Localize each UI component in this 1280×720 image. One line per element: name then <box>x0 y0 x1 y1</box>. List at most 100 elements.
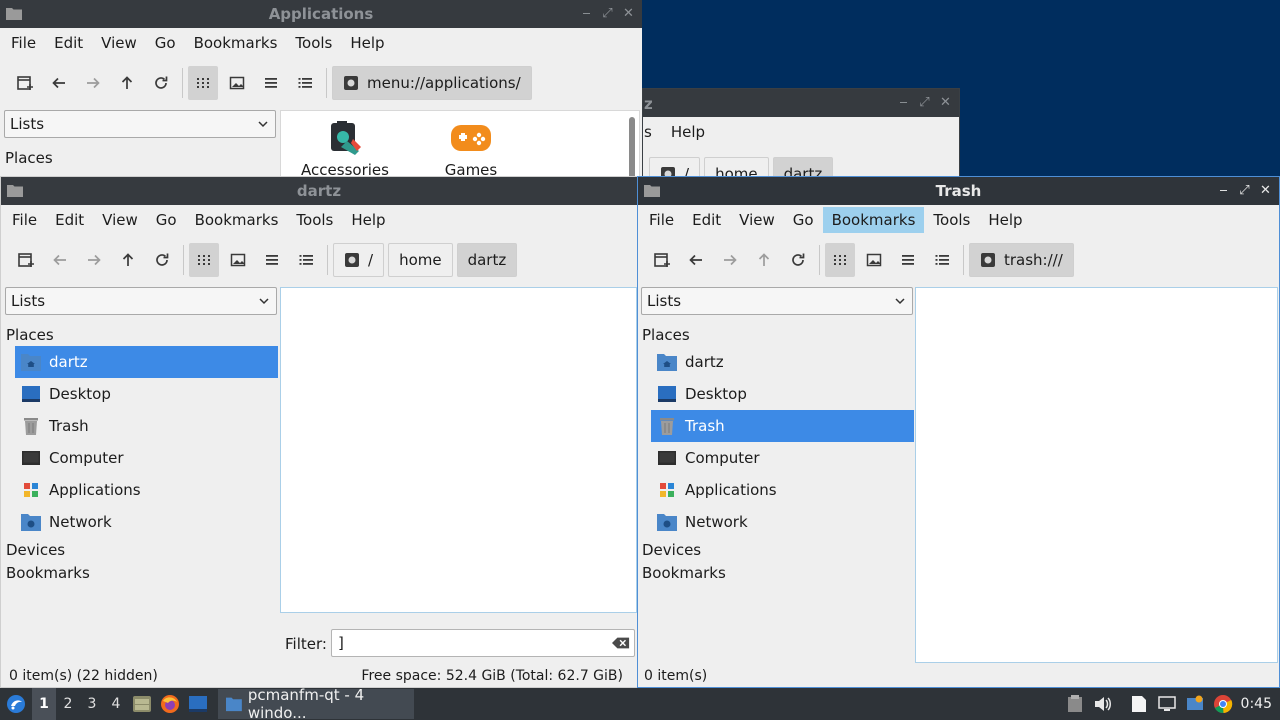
icon-view-button[interactable] <box>825 243 855 277</box>
icon-view-button[interactable] <box>189 243 219 277</box>
path-crumb-root[interactable]: / <box>649 157 701 177</box>
menu-item-file[interactable]: File <box>2 30 45 56</box>
menu-item-bookmarks[interactable]: Bookmarks <box>186 207 288 233</box>
clipboard-tray[interactable] <box>1061 688 1089 720</box>
filter-input[interactable]: ] <box>331 629 635 657</box>
menu-item-view[interactable]: View <box>730 207 784 233</box>
maximize-icon[interactable]: ⤢ <box>915 93 934 112</box>
menu-item-edit[interactable]: Edit <box>45 30 92 56</box>
menu-item-edit[interactable]: Edit <box>46 207 93 233</box>
volume-tray[interactable] <box>1089 688 1117 720</box>
new-tab-button[interactable] <box>10 66 40 100</box>
menu-item-edit[interactable]: Edit <box>683 207 730 233</box>
path-entry[interactable]: menu://applications/ <box>332 66 532 100</box>
menu-item-tools[interactable]: Tools <box>924 207 979 233</box>
compact-view-button[interactable] <box>257 243 287 277</box>
path-crumb-home[interactable]: home <box>388 243 453 277</box>
menu-item-view[interactable]: View <box>93 207 147 233</box>
minimize-icon[interactable]: ‒ <box>894 93 913 112</box>
sidebar-item-dartz[interactable]: dartz <box>651 346 914 378</box>
sidebar-item-applications[interactable]: Applications <box>651 474 914 506</box>
menu-item-view[interactable]: View <box>92 30 146 56</box>
workspace-1[interactable]: 1 <box>32 688 56 720</box>
dartz-window-titlebar[interactable]: dartz <box>1 177 637 205</box>
forward-button[interactable] <box>78 66 108 100</box>
sidebar-item-desktop[interactable]: Desktop <box>15 378 278 410</box>
thumbnail-view-button[interactable] <box>223 243 253 277</box>
maximize-icon[interactable]: ⤢ <box>1235 181 1254 200</box>
thumbnail-view-button[interactable] <box>859 243 889 277</box>
file-view[interactable] <box>915 287 1278 663</box>
scrollbar[interactable] <box>629 117 635 178</box>
menu-item-help[interactable]: Help <box>662 119 714 145</box>
new-tab-button[interactable] <box>647 243 677 277</box>
section-places[interactable]: Places <box>6 326 54 344</box>
up-button[interactable] <box>113 243 143 277</box>
workspace-2[interactable]: 2 <box>56 688 80 720</box>
menu-item-tools[interactable]: Tools <box>286 30 341 56</box>
workspace-4[interactable]: 4 <box>104 688 128 720</box>
minimize-icon[interactable]: ‒ <box>577 4 596 23</box>
section-bookmarks[interactable]: Bookmarks <box>6 564 90 582</box>
menu-item-file[interactable]: File <box>3 207 46 233</box>
dartz-window[interactable]: dartz File Edit View Go Bookmarks Tools … <box>0 176 638 688</box>
thumbnail-view-button[interactable] <box>222 66 252 100</box>
sidebar-item-network[interactable]: Network <box>15 506 278 538</box>
menu-item-go[interactable]: Go <box>147 207 186 233</box>
reload-button[interactable] <box>783 243 813 277</box>
path-crumb-root[interactable]: / <box>333 243 385 277</box>
menu-item-bookmarks[interactable]: s <box>643 119 662 145</box>
reload-button[interactable] <box>146 66 176 100</box>
close-icon[interactable]: ✕ <box>936 93 955 112</box>
folder-item-games[interactable]: Games <box>423 117 519 178</box>
sidebar-item-network[interactable]: Network <box>651 506 914 538</box>
menu-item-file[interactable]: File <box>640 207 683 233</box>
section-bookmarks[interactable]: Bookmarks <box>642 564 726 582</box>
forward-button[interactable] <box>79 243 109 277</box>
close-icon[interactable]: ✕ <box>1256 181 1275 200</box>
file-manager-launcher[interactable] <box>128 688 156 720</box>
section-devices[interactable]: Devices <box>642 541 701 559</box>
background-window-titlebar[interactable]: z ‒ ⤢ ✕ <box>643 89 959 117</box>
menu-item-bookmarks[interactable]: Bookmarks <box>822 207 925 233</box>
sidebar-item-applications[interactable]: Applications <box>15 474 278 506</box>
folder-item-accessories[interactable]: Accessories <box>297 117 393 178</box>
section-devices[interactable]: Devices <box>6 541 65 559</box>
back-button[interactable] <box>44 66 74 100</box>
network-tray[interactable] <box>1153 688 1181 720</box>
start-menu-button[interactable] <box>0 688 32 720</box>
menu-item-go[interactable]: Go <box>146 30 185 56</box>
notes-tray[interactable] <box>1125 688 1153 720</box>
chrome-tray[interactable] <box>1209 688 1237 720</box>
new-tab-button[interactable] <box>11 243 41 277</box>
sidebar-item-computer[interactable]: Computer <box>15 442 278 474</box>
detailed-view-button[interactable] <box>291 243 321 277</box>
minimize-icon[interactable]: ‒ <box>1214 181 1233 200</box>
up-button[interactable] <box>749 243 779 277</box>
menu-item-help[interactable]: Help <box>341 30 393 56</box>
compact-view-button[interactable] <box>256 66 286 100</box>
taskbar-task-pcmanfm[interactable]: pcmanfm-qt - 4 windo... <box>218 686 414 720</box>
sidebar-item-dartz[interactable]: dartz <box>15 346 278 378</box>
section-places[interactable]: Places <box>642 326 690 344</box>
show-desktop-button[interactable] <box>184 688 212 720</box>
menu-item-help[interactable]: Help <box>979 207 1031 233</box>
file-view[interactable] <box>280 287 637 613</box>
icon-view-button[interactable] <box>188 66 218 100</box>
path-entry[interactable]: trash:/// <box>969 243 1074 277</box>
path-crumb-dartz[interactable]: dartz <box>456 243 518 277</box>
maximize-icon[interactable]: ⤢ <box>598 4 617 23</box>
sidebar-mode-select[interactable]: Lists <box>641 287 913 315</box>
applications-window-titlebar[interactable]: Applications ‒ ⤢ ✕ <box>0 0 642 28</box>
back-button[interactable] <box>45 243 75 277</box>
clear-text-icon[interactable] <box>612 636 630 650</box>
trash-window-titlebar[interactable]: Trash ‒ ⤢ ✕ <box>638 177 1279 205</box>
close-icon[interactable]: ✕ <box>619 4 638 23</box>
section-places[interactable]: Places <box>5 149 53 167</box>
menu-item-help[interactable]: Help <box>342 207 394 233</box>
path-crumb-home[interactable]: home <box>704 157 769 177</box>
trash-window[interactable]: Trash ‒ ⤢ ✕ File Edit View Go Bookmarks … <box>637 176 1280 688</box>
sidebar-item-trash[interactable]: Trash <box>651 410 914 442</box>
applications-window[interactable]: Applications ‒ ⤢ ✕ File Edit View Go Boo… <box>0 0 642 178</box>
compact-view-button[interactable] <box>893 243 923 277</box>
